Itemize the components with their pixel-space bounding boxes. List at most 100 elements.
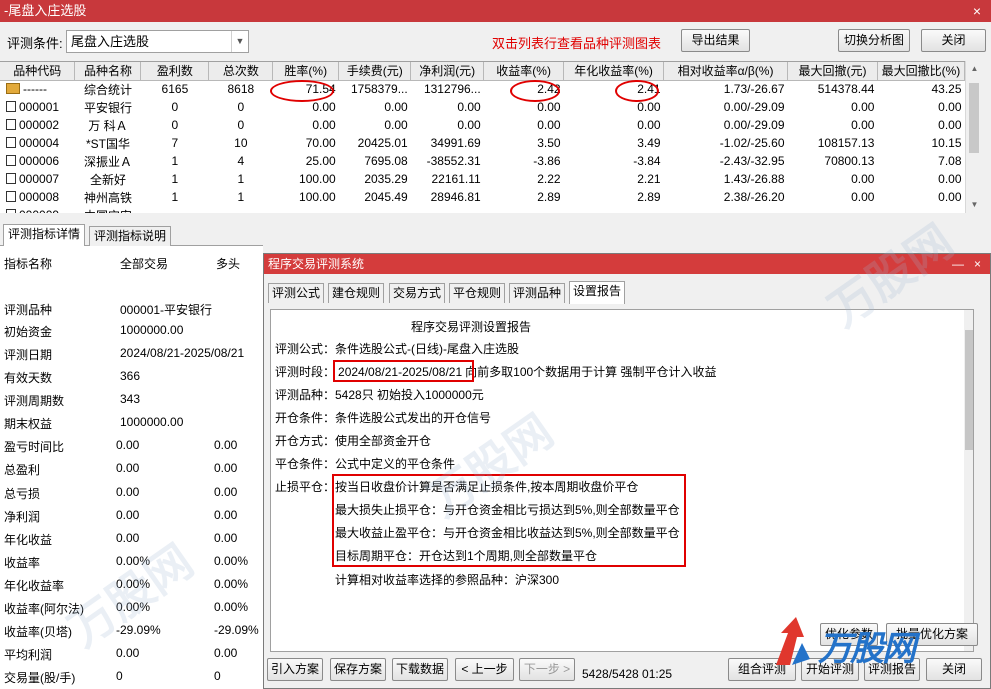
tab-trade-mode[interactable]: 交易方式: [389, 283, 446, 303]
column-header[interactable]: 收益率(%): [483, 62, 565, 81]
checkbox-icon[interactable]: [6, 137, 16, 148]
table-row[interactable]: 000001 平安银行 0 0 0.00 0.00 0.00 0.00 0.00 0.00/-29…: [0, 98, 965, 116]
table-cell: 0.00: [637, 100, 661, 114]
detail-value: 0: [214, 669, 221, 683]
detail-label: 平均利润: [4, 648, 53, 662]
table-cell: 2.89: [537, 190, 561, 204]
save-plan-button[interactable]: 保存方案: [330, 658, 386, 681]
scroll-thumb[interactable]: [969, 83, 979, 153]
highlight-annual-return: [615, 80, 659, 102]
table-cell: 综合统计: [83, 82, 132, 97]
tab-detail[interactable]: 评测指标详情: [3, 224, 86, 247]
chevron-down-icon[interactable]: ▼: [231, 31, 248, 52]
condition-select[interactable]: 尾盘入庄选股 ▼: [66, 30, 249, 53]
scroll-up-icon[interactable]: ▲: [966, 61, 983, 77]
prev-step-button[interactable]: < 上一步: [455, 658, 514, 681]
column-header[interactable]: 手续费(元): [338, 62, 412, 81]
checkbox-icon[interactable]: [6, 191, 16, 202]
table-row[interactable]: ------ 综合统计 6165 8618 71.54 1758379... 1312796…: [0, 80, 965, 98]
table-cell: 100.00: [299, 190, 336, 204]
table-cell: [339, 206, 411, 213]
folder-icon[interactable]: [6, 83, 20, 95]
dialog-close-icon[interactable]: ×: [974, 254, 981, 274]
table-cell: 全新好: [89, 172, 126, 187]
column-header[interactable]: 品种代码: [0, 62, 76, 81]
import-plan-button[interactable]: 引入方案: [267, 658, 323, 681]
table-row[interactable]: 000002 万 科Ａ 0 0 0.00 0.00 0.00 0.00 0.00 0.00/-29…: [0, 116, 965, 134]
detail-value: 0.00%: [214, 554, 249, 568]
table-cell: 7695.08: [364, 154, 408, 168]
report-scrollbar[interactable]: [964, 310, 973, 651]
window-close-icon[interactable]: ×: [973, 0, 981, 22]
tab-open-rules[interactable]: 建仓规则: [328, 283, 385, 303]
code-text: 000007: [19, 172, 60, 186]
close-button[interactable]: 关闭: [921, 29, 986, 52]
table-row[interactable]: 000006 深振业Ａ 1 4 25.00 7695.08 -38552.31 -3.86 -3…: [0, 152, 965, 170]
checkbox-icon[interactable]: [6, 209, 16, 213]
column-header[interactable]: 年化收益率(%): [563, 62, 665, 81]
table-scrollbar[interactable]: ▲ ▼: [965, 61, 982, 213]
report-stop-label: 止损平仓：: [275, 480, 336, 494]
condition-select-value: 尾盘入庄选股: [71, 34, 150, 49]
tab-explain[interactable]: 评测指标说明: [89, 226, 172, 246]
export-button[interactable]: 导出结果: [681, 29, 750, 52]
detail-value: -29.09%: [214, 623, 259, 637]
column-header[interactable]: 盈利数: [140, 62, 210, 81]
column-header[interactable]: 净利润(元): [410, 62, 485, 81]
table-cell: 70.00: [305, 136, 336, 150]
table-cell: [788, 206, 878, 213]
checkbox-icon[interactable]: [6, 155, 16, 166]
detail-label: 初始资金: [4, 325, 53, 339]
checkbox-icon[interactable]: [6, 119, 16, 130]
code-text: 000009: [19, 208, 59, 213]
checkbox-icon[interactable]: [6, 101, 16, 112]
detail-label: 年化收益: [4, 533, 53, 547]
table-row[interactable]: 000009 中国宝安: [0, 206, 965, 213]
report-open-condition: 开仓条件：条件选股公式发出的开仓信号: [275, 411, 492, 425]
tab-close-rules[interactable]: 平仓规则: [449, 283, 506, 303]
detail-label: 年化收益率: [4, 579, 65, 593]
next-step-button[interactable]: 下一步 >: [519, 658, 575, 681]
table-cell: [209, 206, 273, 213]
tab-formula[interactable]: 评测公式: [268, 283, 325, 303]
table-cell: -3.86: [533, 154, 561, 168]
detail-value: 0.00%: [116, 577, 151, 591]
detail-value: 0.00: [116, 485, 140, 499]
tab-varieties[interactable]: 评测品种: [509, 283, 566, 303]
detail-label: 盈亏时间比: [4, 440, 65, 454]
detail-row: 平均利润 0.00 0.00: [0, 643, 263, 665]
table-row[interactable]: 000004 *ST国华 7 10 70.00 20425.01 34991.69 3.50 3…: [0, 134, 965, 152]
column-header[interactable]: 总次数: [208, 62, 274, 81]
checkbox-icon[interactable]: [6, 173, 16, 184]
table-cell: 43.25: [931, 82, 962, 97]
table-cell: -38552.31: [426, 154, 481, 168]
download-data-button[interactable]: 下载数据: [392, 658, 448, 681]
column-header[interactable]: 胜率(%): [272, 62, 340, 81]
detail-row: 年化收益率 0.00% 0.00%: [0, 574, 263, 596]
detail-row: 交易量(股/手) 0 0: [0, 666, 263, 688]
table-cell: [484, 206, 564, 213]
detail-header-all: 全部交易: [120, 257, 169, 271]
minimize-icon[interactable]: —: [952, 254, 964, 274]
progress-status: 5428/5428 01:25: [582, 667, 673, 681]
table-cell: [564, 206, 664, 213]
code-text: 000002: [19, 118, 60, 132]
detail-label: 评测品种: [4, 303, 53, 317]
report-scroll-thumb[interactable]: [965, 330, 973, 450]
table-cell: 1.43/-26.88: [723, 172, 785, 186]
tab-settings-report[interactable]: 设置报告: [569, 281, 626, 304]
table-row[interactable]: 000007 全新好 1 1 100.00 2035.29 22161.11 2.22 2.21…: [0, 170, 965, 188]
column-header[interactable]: 最大回撤比(%): [877, 62, 965, 81]
table-cell: 8618: [227, 82, 255, 97]
table-cell: 0.00: [457, 118, 481, 132]
switch-chart-button[interactable]: 切换分析图: [838, 29, 910, 52]
column-header[interactable]: 品种名称: [74, 62, 142, 81]
report-open-mode: 开仓方式：使用全部资金开仓: [275, 434, 432, 448]
column-header[interactable]: 相对收益率α/β(%): [663, 62, 788, 81]
table-cell: 深振业Ａ: [83, 154, 132, 169]
table-row[interactable]: 000008 神州高铁 1 1 100.00 2045.49 28946.81 2.89 2.8…: [0, 188, 965, 206]
scroll-down-icon[interactable]: ▼: [966, 197, 983, 213]
column-header[interactable]: 最大回撤(元): [787, 62, 878, 81]
detail-value: 0.00: [214, 531, 238, 545]
detail-value: 0.00: [116, 438, 140, 452]
